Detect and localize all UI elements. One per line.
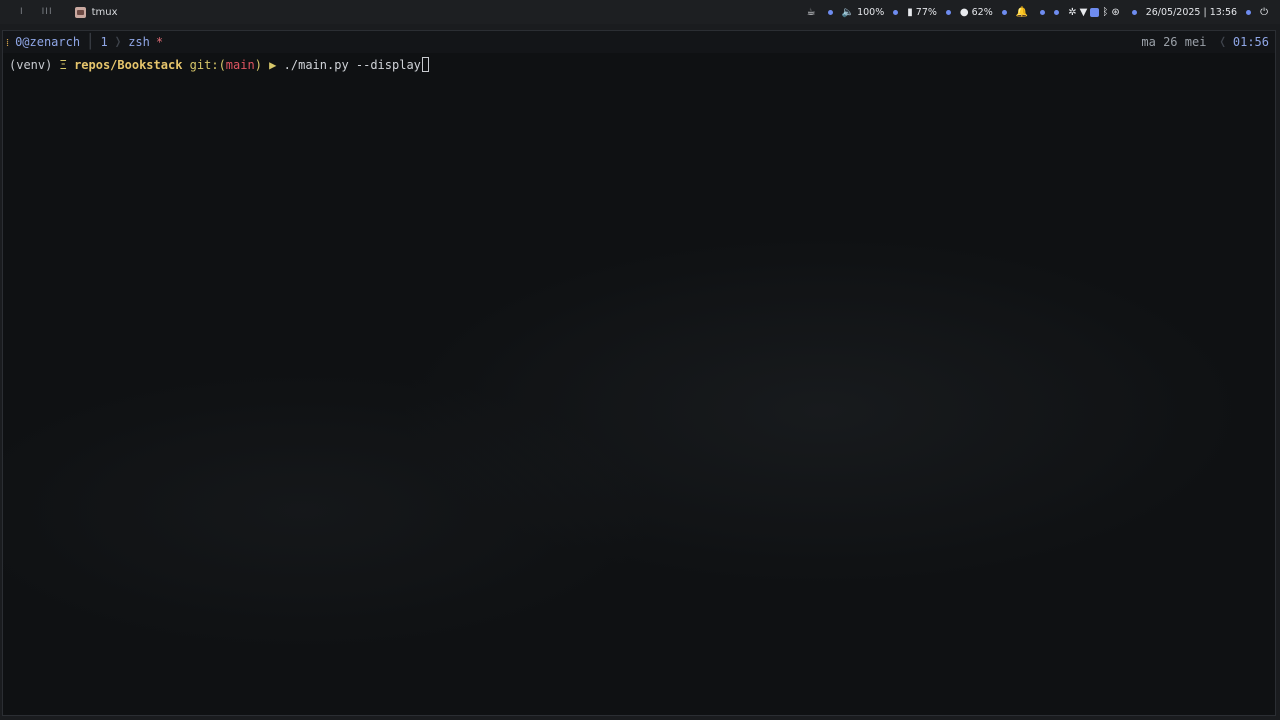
chevron-right-icon: ❭: [113, 34, 123, 50]
workspace-indicator[interactable]: I III: [20, 7, 71, 17]
text-cursor: [421, 57, 429, 72]
bluetooth-icon: ᛒ: [1102, 6, 1109, 18]
prompt-arrow-icon: ▶: [269, 58, 277, 72]
git-label: git:(: [189, 58, 226, 72]
volume-widget[interactable]: 🔈 100%: [842, 7, 885, 18]
separator-dot-icon: [893, 9, 899, 15]
power-widget[interactable]: ⏻: [1260, 7, 1271, 18]
separator-dot-icon: [1131, 9, 1137, 15]
command-input[interactable]: ./main.py --display: [284, 58, 421, 72]
shell-prompt-line[interactable]: (venv) Ξ repos/Bookstack git:(main) ▶ ./…: [9, 57, 429, 73]
terminal-background: [3, 31, 1275, 715]
separator-dot-icon: [945, 9, 951, 15]
notifications-widget[interactable]: 🔔: [1016, 7, 1031, 18]
battery-value: 77%: [915, 6, 937, 18]
tmux-session-icon: ⁞: [6, 35, 10, 49]
cpu-widget[interactable]: ☕: [807, 7, 819, 18]
separator-dot-icon: [827, 9, 833, 15]
separator-icon: │: [86, 34, 95, 50]
tmux-session-name[interactable]: 0@zenarch: [15, 35, 80, 49]
separator-dot-icon: [1054, 9, 1060, 15]
chevron-left-icon: ❬: [1218, 34, 1227, 50]
venv-indicator: (venv): [9, 58, 53, 72]
terminal-window[interactable]: ⁞ 0@zenarch │ 1 ❭ zsh * ma 26 mei ❬ 01:5…: [2, 30, 1276, 716]
git-branch: main: [225, 58, 255, 72]
toggle-icon: ⏻: [1260, 6, 1268, 18]
system-tray: ☕ 🔈 100% ▮ 77% ● 62% 🔔 ✲ ▼ ᛒ ⊛ 26/05/202…: [807, 0, 1280, 24]
volume-value: 100%: [857, 6, 885, 18]
wifi-icon: ▼: [1079, 6, 1088, 18]
tmux-window-flag: *: [155, 35, 164, 49]
menu-icon: Ξ: [59, 58, 67, 72]
battery-icon: ▮: [907, 6, 913, 18]
git-close: ): [254, 58, 262, 72]
separator-dot-icon: [1040, 9, 1046, 15]
tmux-app-icon: [74, 6, 86, 18]
desktop: I III tmux ☕ 🔈 100% ▮ 77% ● 62% 🔔 ✲ ▼ ᛒ …: [0, 0, 1280, 720]
separator-dot-icon: [1001, 9, 1007, 15]
network-widget[interactable]: ✲ ▼ ᛒ ⊛: [1068, 7, 1122, 18]
battery-widget[interactable]: ▮ 77%: [907, 7, 937, 18]
speaker-icon: 🔈: [841, 6, 855, 18]
tmux-date: ma 26 mei: [1141, 35, 1207, 49]
separator-dot-icon: [1246, 9, 1252, 15]
active-window-label: tmux: [91, 6, 118, 18]
brightness-icon: ●: [959, 6, 969, 18]
steam-icon: ⊛: [1111, 6, 1120, 18]
tmux-status-bar: ⁞ 0@zenarch │ 1 ❭ zsh * ma 26 mei ❬ 01:5…: [3, 31, 1275, 53]
brightness-widget[interactable]: ● 62%: [960, 7, 993, 18]
workspace-2[interactable]: III: [42, 7, 53, 17]
current-path: repos/Bookstack: [74, 58, 183, 72]
top-panel: I III tmux ☕ 🔈 100% ▮ 77% ● 62% 🔔 ✲ ▼ ᛒ …: [0, 0, 1280, 24]
tmux-status-right: ma 26 mei ❬ 01:56: [1141, 31, 1269, 53]
brightness-value: 62%: [971, 6, 993, 18]
workspace-1[interactable]: I: [20, 7, 24, 17]
clock-value: 26/05/2025 | 13:56: [1145, 6, 1238, 18]
tmux-window-name[interactable]: zsh: [128, 35, 150, 49]
tmux-time: 01:56: [1232, 35, 1269, 49]
tray-app-icon[interactable]: [1090, 7, 1100, 17]
active-window-title: tmux: [74, 6, 118, 18]
clock-widget[interactable]: 26/05/2025 | 13:56: [1146, 7, 1237, 18]
bell-icon: 🔔: [1015, 6, 1029, 18]
network-icon: ✲: [1068, 6, 1077, 18]
cpu-icon: ☕: [806, 6, 816, 18]
tmux-window-index[interactable]: 1: [101, 35, 108, 49]
